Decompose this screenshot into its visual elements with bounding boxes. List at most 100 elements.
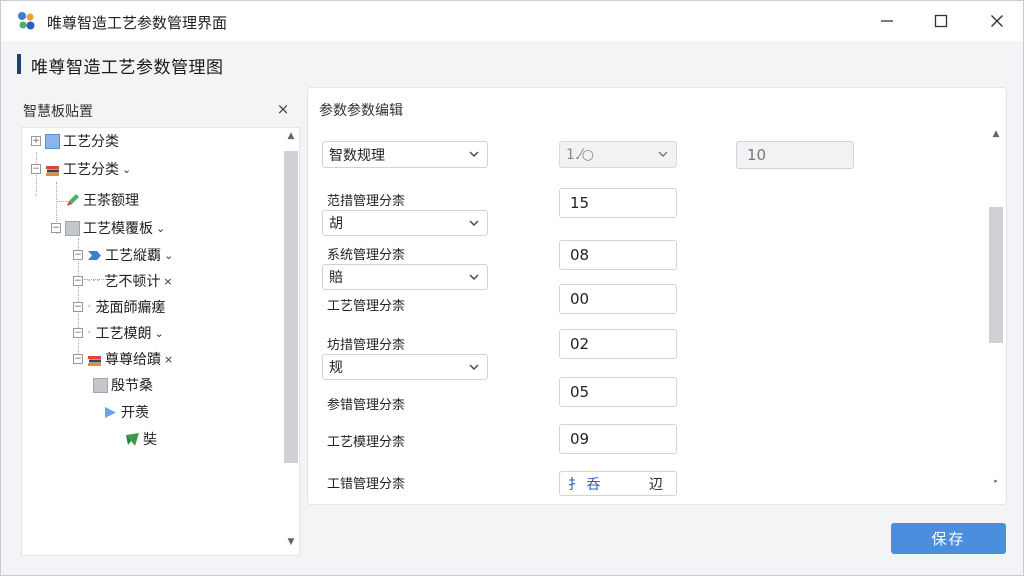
tree-node[interactable]: − 尊尊给蹟 × [73,348,173,370]
books-icon [88,355,101,366]
tree-node[interactable]: − · 茏面師瘺瘥 [73,296,165,318]
input-value: 02 [570,335,590,353]
collapse-toggle[interactable]: − [73,250,83,260]
field-input[interactable]: 08 [559,240,677,270]
tree-scrollbar[interactable]: ▲ ▼ [283,131,299,551]
select-value: 智数规理 [329,147,385,164]
chevron-down-icon: ⌄ [156,221,166,235]
field-input[interactable]: 09 [559,424,677,454]
blue-square-icon [45,133,60,149]
leaf-icon [126,432,139,446]
readonly-value-field: 10 [736,141,854,169]
app-logo-icon [18,12,35,30]
page-title-accent [17,54,21,74]
input-value: 08 [570,246,590,264]
tree-node-label: 工艺分类 [63,134,119,150]
select-value: 胡 [329,216,343,232]
scroll-down-icon[interactable]: ▼ [283,537,299,547]
field-select[interactable]: 胡 [322,210,488,236]
input-value: 扌 呑 [568,476,601,493]
chevron-down-icon [658,151,668,157]
field-label: 坊措管理分柰 [327,338,406,353]
tree-node[interactable]: + 工艺分类 [31,130,119,152]
input-value: 05 [570,383,590,401]
field-select[interactable]: 賠 [322,264,488,290]
field-select[interactable]: 规 [322,354,488,380]
category-select[interactable]: 智数规理 [322,141,488,168]
scrollbar-thumb[interactable] [989,207,1003,343]
field-label: 工艺模理分柰 [327,435,406,450]
collapse-toggle[interactable]: − [73,354,83,364]
triangle-icon [105,406,116,418]
input-suffix: 辺 [637,474,675,494]
left-panel-header: 智慧板贴置 [23,104,93,120]
tree-node-label: 王茶额理 [83,193,139,209]
field-label: 参错管理分柰 [327,398,406,413]
gray-square-icon [93,377,108,393]
field-label: 范措管理分柰 [327,194,406,209]
books-icon [46,165,59,176]
scroll-up-icon[interactable]: ▲ [987,129,1005,139]
tree-node[interactable]: 殷节桑 [93,374,153,396]
maximize-button[interactable] [921,7,961,35]
save-button[interactable]: 保存 [891,523,1006,554]
chevron-down-icon: ⌄ [154,326,164,340]
close-icon[interactable]: × [164,353,173,366]
field-input[interactable]: 00 [559,284,677,314]
tree-node-label: 工艺模覆板 [83,221,153,237]
tree-node-label: 尊尊给蹟 [105,352,161,368]
tree-node-label: 工艺縦覇 [105,248,161,264]
pencil-icon [67,193,79,206]
chevron-down-icon: ⌄ [164,248,174,262]
tree-node-label: 艺不顿计 [104,274,161,290]
tree-node[interactable]: 开羡 [103,401,149,423]
close-icon [991,15,1003,27]
tree-node[interactable]: 王茶额理 [65,189,139,211]
tree-node[interactable]: − 工艺分类 ⌄ [31,158,131,180]
tree-node[interactable]: 奘 [125,428,157,450]
tree-node-label: 茏面師瘺瘥 [95,300,166,316]
right-panel-scrollbar[interactable]: ▲ ▸ [987,129,1005,497]
chevron-down-icon [469,220,479,226]
collapse-toggle[interactable]: − [31,164,41,174]
chevron-down-icon [469,364,479,370]
scrollbar-thumb[interactable] [284,151,298,463]
tree-node[interactable]: − · 工艺模朗 ⌄ [73,322,164,344]
input-value: 09 [570,430,590,448]
tree-node-label: 奘 [143,432,157,448]
input-value: 15 [570,194,590,212]
close-icon[interactable]: × [163,275,172,288]
collapse-toggle[interactable]: − [51,223,61,233]
expand-toggle[interactable]: + [31,136,41,146]
field-input[interactable]: 15 [559,188,677,218]
chevron-down-icon: ⌄ [122,162,132,176]
window-title: 唯尊智造工艺参数管理界面 [47,14,228,32]
field-label: 系统管理分柰 [327,248,406,263]
tree-connector: ··· [87,273,101,289]
tree-node-label: 工艺分类 [63,162,119,178]
close-button[interactable] [977,7,1017,35]
tree-node-label: 殷节桑 [111,378,153,394]
collapse-toggle[interactable]: − [73,276,83,286]
left-panel-close-button[interactable]: × [275,100,291,118]
gray-square-icon [65,220,80,236]
readonly-value: 10 [747,146,767,164]
tree-node[interactable]: − 工艺模覆板 ⌄ [51,217,165,239]
scroll-up-icon[interactable]: ▲ [283,131,299,141]
field-input[interactable]: 02 [559,329,677,359]
collapse-toggle[interactable]: − [73,302,83,312]
maximize-icon [934,14,948,28]
tree-node-label: 工艺模朗 [95,326,152,342]
field-label: 工艺管理分柰 [327,299,406,314]
minimize-button[interactable] [867,7,907,35]
scroll-down-icon[interactable]: ▸ [987,477,1005,485]
field-input[interactable]: 05 [559,377,677,407]
version-select[interactable]: 1.⁄○ [559,141,677,168]
input-value: 00 [570,290,590,308]
tree-node[interactable]: − ··· 艺不顿计 × [73,270,173,292]
minimize-icon [881,20,893,22]
collapse-toggle[interactable]: − [73,328,83,338]
tree-node[interactable]: − 工艺縦覇 ⌄ [73,244,173,266]
field-label: 工错管理分柰 [327,477,406,492]
select-value: 规 [329,360,343,376]
